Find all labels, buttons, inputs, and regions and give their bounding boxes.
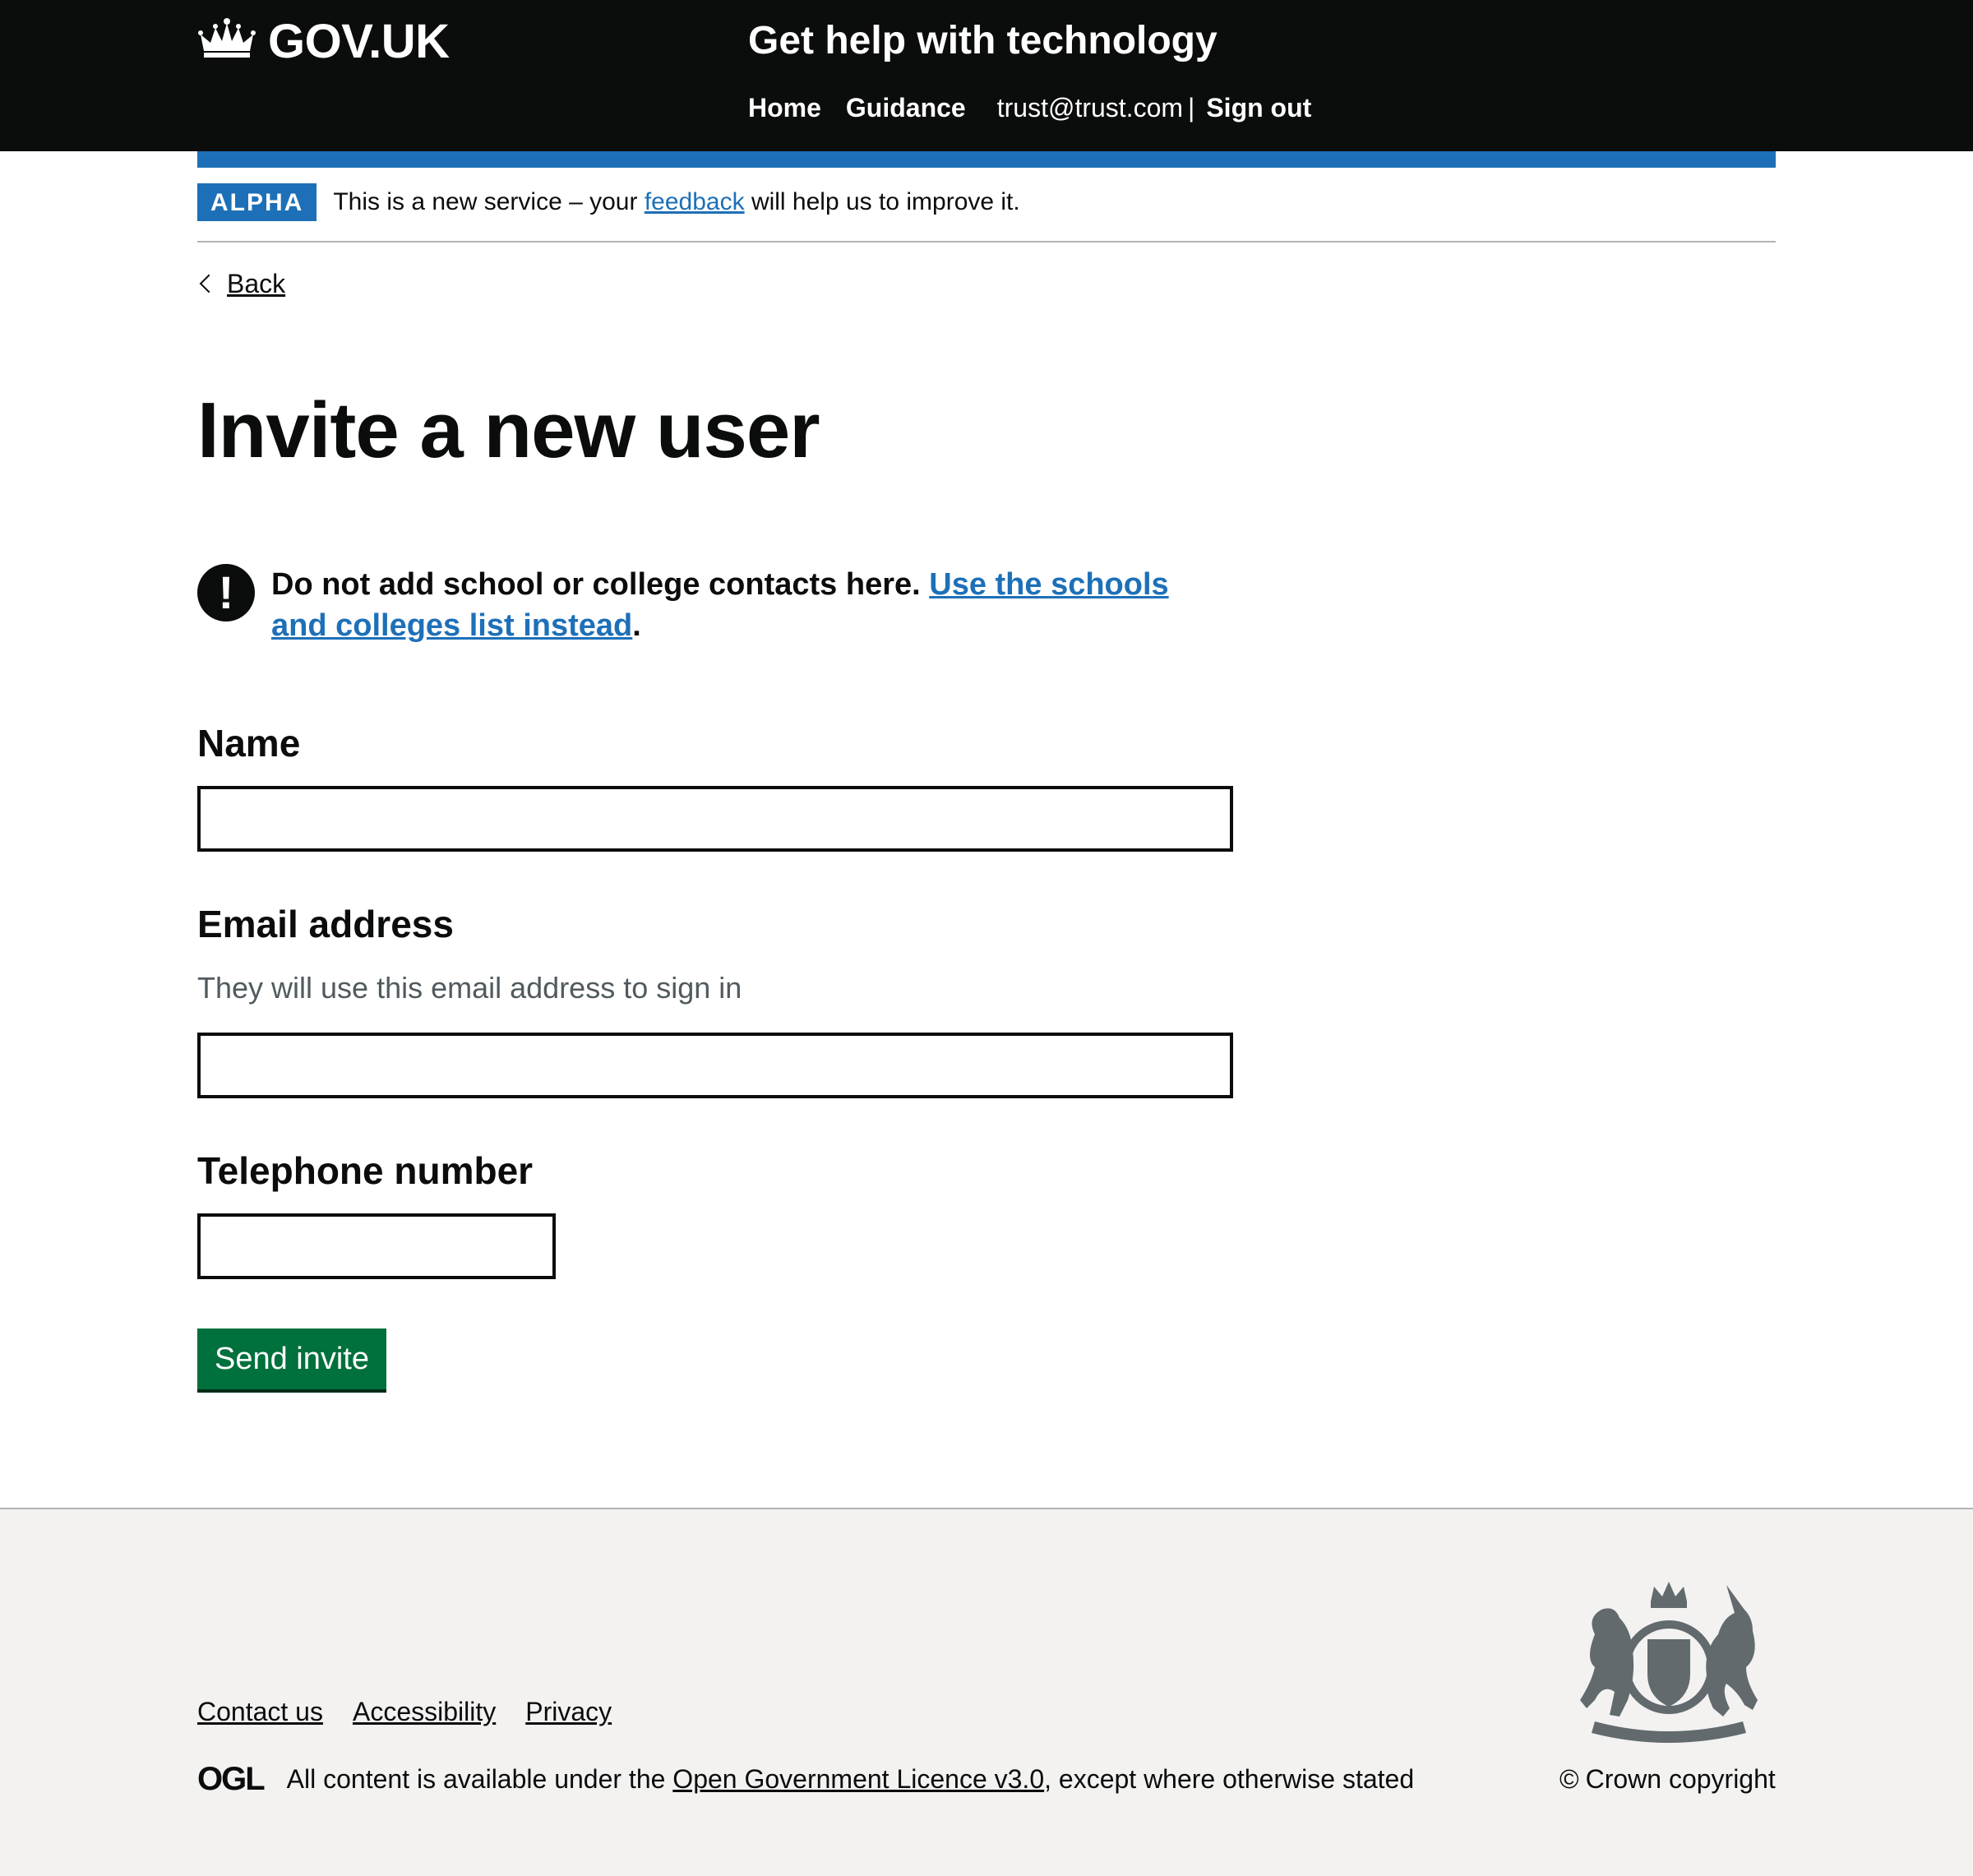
licence-text-after: , except where otherwise stated — [1044, 1764, 1415, 1794]
back-link-container: Back — [197, 265, 285, 303]
header-navigation: Home Guidance trust@trust.com | Sign out — [748, 90, 1311, 125]
sign-out-link[interactable]: Sign out — [1206, 90, 1311, 125]
email-input[interactable] — [197, 1033, 1233, 1098]
site-footer: Contact us Accessibility Privacy OGL All… — [0, 1508, 1973, 1876]
royal-crest-icon — [1562, 1577, 1776, 1749]
warning-text: ! Do not add school or college contacts … — [197, 564, 1225, 646]
ogl-logo: OGL — [197, 1761, 266, 1797]
telephone-input[interactable] — [197, 1213, 556, 1279]
warning-icon: ! — [197, 564, 255, 621]
site-header: GOV.UK Get help with technology Home Gui… — [0, 0, 1973, 151]
feedback-link[interactable]: feedback — [645, 188, 745, 215]
back-link[interactable]: Back — [227, 265, 285, 303]
copyright-symbol: © — [1559, 1764, 1579, 1794]
crown-copyright-link[interactable]: Crown copyright — [1586, 1761, 1776, 1797]
logo-text: GOV.UK — [268, 14, 450, 68]
service-name-link[interactable]: Get help with technology — [748, 15, 1218, 67]
telephone-label: Telephone number — [197, 1149, 534, 1192]
send-invite-button[interactable]: Send invite — [197, 1328, 386, 1389]
phase-tag: ALPHA — [197, 183, 317, 221]
phase-banner-text: This is a new service – your feedback wi… — [333, 183, 1019, 221]
crown-icon — [197, 16, 256, 67]
email-hint: They will use this email address to sign… — [197, 971, 742, 1005]
name-input[interactable] — [197, 786, 1233, 852]
email-label: Email address — [197, 903, 454, 945]
footer-link-contact-us[interactable]: Contact us — [197, 1693, 323, 1730]
footer-link-privacy[interactable]: Privacy — [525, 1693, 612, 1730]
phase-banner: ALPHA This is a new service – your feedb… — [197, 183, 1776, 243]
nav-home-link[interactable]: Home — [748, 90, 821, 125]
warning-suffix: . — [632, 608, 641, 643]
nav-separator: | — [1188, 93, 1195, 122]
warning-message: Do not add school or college contacts he… — [271, 564, 1225, 646]
crown-copyright: © Crown copyright — [1559, 1761, 1776, 1797]
back-chevron-icon — [199, 274, 219, 293]
warning-message-text: Do not add school or college contacts he… — [271, 567, 921, 602]
govuk-logo-link[interactable]: GOV.UK — [197, 14, 450, 68]
phase-text-before: This is a new service – your — [333, 188, 638, 215]
licence-text-before: All content is available under the — [286, 1764, 666, 1794]
footer-link-accessibility[interactable]: Accessibility — [353, 1693, 496, 1730]
licence-statement: OGL All content is available under the O… — [197, 1761, 1414, 1797]
phase-text-after: will help us to improve it. — [751, 188, 1020, 215]
nav-guidance-link[interactable]: Guidance — [846, 90, 966, 125]
page-title: Invite a new user — [197, 386, 820, 474]
footer-links: Contact us Accessibility Privacy — [197, 1693, 612, 1730]
header-blue-bar — [197, 151, 1776, 168]
open-government-licence-link[interactable]: Open Government Licence v3.0 — [672, 1761, 1044, 1797]
signed-in-user-email: trust@trust.com — [996, 93, 1184, 122]
name-label: Name — [197, 722, 301, 765]
